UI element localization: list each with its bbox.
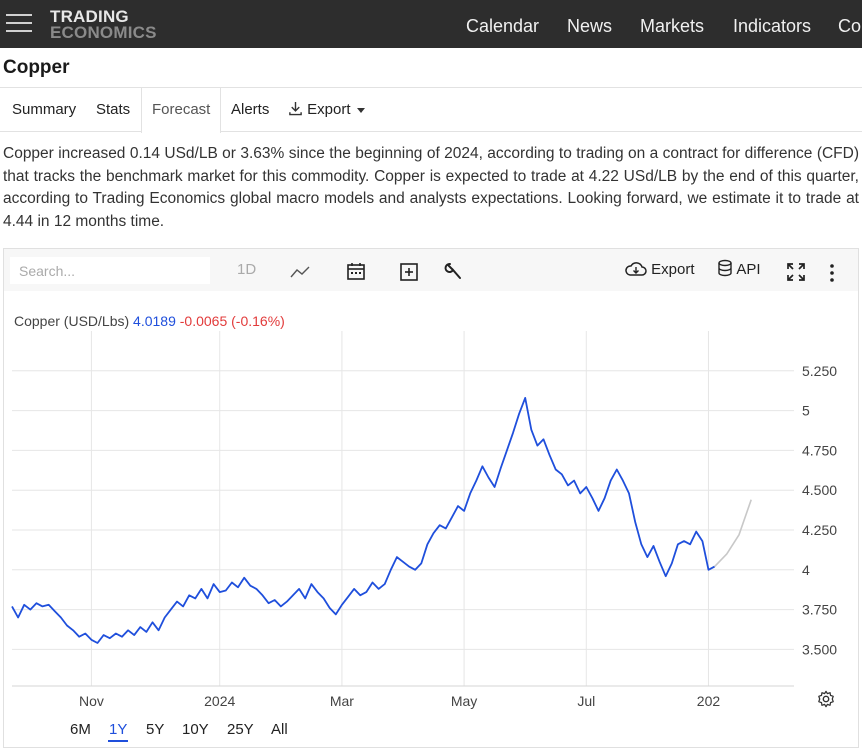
description-paragraph: Copper increased 0.14 USd/LB or 3.63% si… xyxy=(3,145,859,230)
tab-summary[interactable]: Summary xyxy=(12,88,76,132)
y-tick-label: 5 xyxy=(802,403,810,419)
nav-markets[interactable]: Markets xyxy=(640,16,704,37)
x-tick-label: 202 xyxy=(697,693,721,709)
page-title: Copper xyxy=(3,57,70,78)
chart-search-input[interactable] xyxy=(10,257,210,284)
nav-indicators[interactable]: Indicators xyxy=(733,16,811,37)
cloud-download-icon xyxy=(625,262,647,276)
range-1y[interactable]: 1Y xyxy=(108,721,129,742)
api-button[interactable]: API xyxy=(717,257,761,283)
wrench-icon[interactable] xyxy=(444,259,464,285)
more-vertical-icon[interactable] xyxy=(828,260,836,286)
x-tick-label: Nov xyxy=(79,693,104,709)
chart-toolbar: 1D Export xyxy=(4,249,858,291)
price-line[interactable] xyxy=(11,397,716,644)
ticker-change: -0.0065 (-0.16%) xyxy=(179,313,285,329)
range-all[interactable]: All xyxy=(270,721,289,738)
top-navbar: TRADING ECONOMICS Calendar News Markets … xyxy=(0,0,862,48)
api-label: API xyxy=(736,261,761,278)
nav-news[interactable]: News xyxy=(567,16,612,37)
title-bar: Copper xyxy=(0,48,862,88)
chart-export-label: Export xyxy=(651,261,695,278)
y-tick-label: 3.500 xyxy=(802,641,837,657)
caret-down-icon xyxy=(356,107,365,113)
chart-widget: 1D Export xyxy=(3,248,859,748)
calendar-icon[interactable] xyxy=(346,258,366,284)
add-box-icon[interactable] xyxy=(399,259,419,285)
chart-area[interactable]: 5.250 5 4.750 4.500 4.250 4 3.750 3.500 Nov 2024… xyxy=(4,291,858,711)
database-icon xyxy=(718,259,732,277)
range-5y[interactable]: 5Y xyxy=(145,721,165,738)
x-tick-label: May xyxy=(451,693,477,709)
hamburger-menu-icon[interactable] xyxy=(6,11,32,35)
y-tick-label: 4.500 xyxy=(802,482,837,498)
chart-export-button[interactable]: Export xyxy=(625,257,695,283)
nav-calendar[interactable]: Calendar xyxy=(466,16,539,37)
tab-stats[interactable]: Stats xyxy=(96,88,130,132)
logo-line2: ECONOMICS xyxy=(50,23,157,42)
price-chart[interactable]: 5.25054.7504.5004.25043.7503.500 Nov 2024… xyxy=(4,291,858,711)
section-tabs: Summary Stats Forecast Alerts Export xyxy=(0,88,862,133)
line-chart-icon[interactable] xyxy=(289,260,311,286)
interval-button[interactable]: 1D xyxy=(237,257,256,283)
range-selector: 6M 1Y 5Y 10Y 25Y All xyxy=(4,719,858,747)
y-tick-label: 4.250 xyxy=(802,522,837,538)
tab-export[interactable]: Export xyxy=(288,88,365,132)
y-tick-label: 4 xyxy=(802,562,810,578)
ticker-price: 4.0189 xyxy=(133,313,176,329)
y-tick-label: 3.750 xyxy=(802,602,837,618)
download-icon xyxy=(289,101,302,116)
ticker-legend: Copper (USD/Lbs) 4.0189 -0.0065 (-0.16%) xyxy=(14,313,285,329)
range-25y[interactable]: 25Y xyxy=(226,721,255,738)
y-tick-label: 4.750 xyxy=(802,442,837,458)
forecast-line[interactable] xyxy=(714,499,752,568)
nav-co[interactable]: Co xyxy=(838,16,861,37)
x-tick-label: Jul xyxy=(577,693,595,709)
x-tick-label: Mar xyxy=(330,693,354,709)
y-tick-label: 5.250 xyxy=(802,363,837,379)
chart-settings-gear-icon[interactable] xyxy=(817,690,835,708)
x-tick-label: 2024 xyxy=(204,693,235,709)
tab-export-label: Export xyxy=(307,101,351,118)
ticker-name: Copper (USD/Lbs) xyxy=(14,313,130,329)
tab-forecast[interactable]: Forecast xyxy=(141,88,222,133)
fullscreen-icon[interactable] xyxy=(786,259,806,285)
range-6m[interactable]: 6M xyxy=(69,721,92,738)
range-10y[interactable]: 10Y xyxy=(181,721,210,738)
logo[interactable]: TRADING ECONOMICS xyxy=(50,8,157,42)
tab-alerts[interactable]: Alerts xyxy=(231,88,269,132)
